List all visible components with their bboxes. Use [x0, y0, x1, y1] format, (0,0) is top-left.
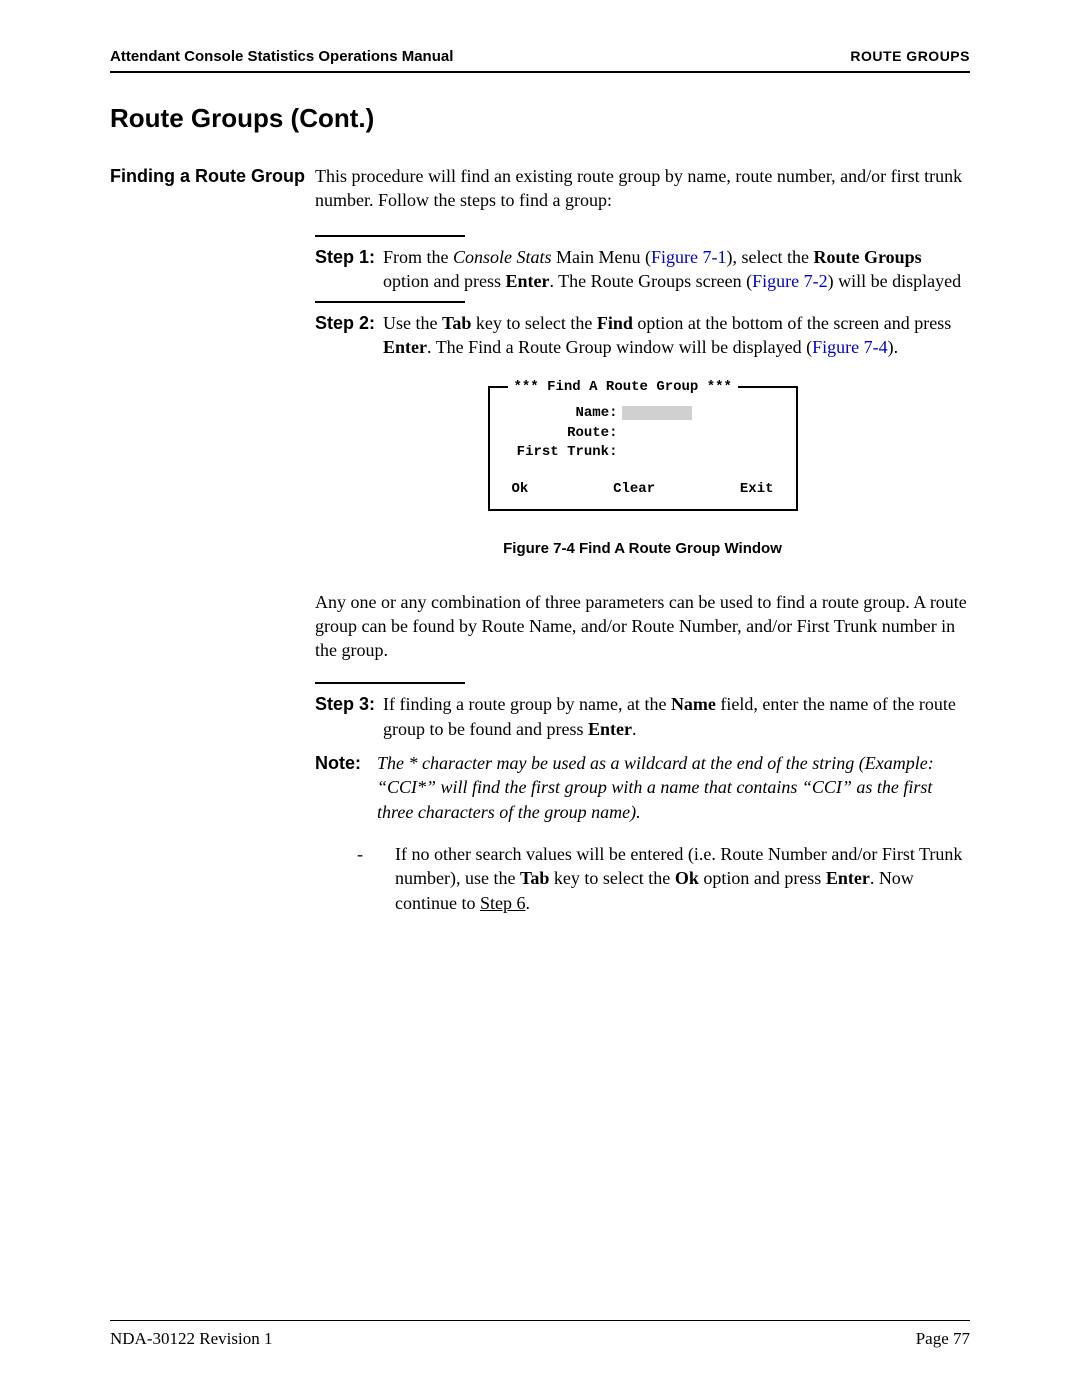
step-6-link[interactable]: Step 6 — [480, 893, 526, 913]
page-header: Attendant Console Statistics Operations … — [110, 48, 970, 65]
first-trunk-field-label: First Trunk: — [508, 443, 622, 462]
header-right: ROUTE GROUPS — [850, 48, 970, 64]
bullet-item: - If no other search values will be ente… — [315, 842, 970, 915]
find-window-title: *** Find A Route Group *** — [508, 378, 738, 397]
note-label: Note: — [315, 751, 377, 824]
step-rule — [315, 682, 465, 684]
step-2: Step 2: Use the Tab key to select the Fi… — [315, 311, 970, 360]
note-row: Note: The * character may be used as a w… — [315, 751, 970, 824]
step-3-body: If finding a route group by name, at the… — [383, 692, 970, 741]
subsection-title: Finding a Route Group — [110, 164, 315, 915]
intro-para: This procedure will find an existing rou… — [315, 164, 970, 213]
step-3-label: Step 3: — [315, 692, 383, 741]
exit-button[interactable]: Exit — [740, 480, 774, 499]
figure-7-4: *** Find A Route Group *** Name: Route: … — [315, 378, 970, 560]
step-rule — [315, 301, 465, 303]
body-content: This procedure will find an existing rou… — [315, 164, 970, 915]
step-1-body: From the Console Stats Main Menu (Figure… — [383, 245, 970, 294]
header-rule — [110, 71, 970, 73]
document-page: Attendant Console Statistics Operations … — [0, 0, 1080, 1397]
bullet-body: If no other search values will be entere… — [395, 842, 970, 915]
ok-button[interactable]: Ok — [512, 480, 529, 499]
footer-right: Page 77 — [916, 1329, 970, 1349]
name-field-label: Name: — [508, 404, 622, 423]
figure-link-7-1[interactable]: Figure 7-1 — [651, 247, 727, 267]
figure-link-7-4[interactable]: Figure 7-4 — [812, 337, 888, 357]
step-rule — [315, 235, 465, 237]
name-field-input[interactable] — [622, 406, 692, 420]
step-2-body: Use the Tab key to select the Find optio… — [383, 311, 970, 360]
footer-rule — [110, 1320, 970, 1321]
step-1-label: Step 1: — [315, 245, 383, 294]
note-body: The * character may be used as a wildcar… — [377, 751, 970, 824]
header-left: Attendant Console Statistics Operations … — [110, 48, 453, 65]
section-title: Route Groups (Cont.) — [110, 103, 970, 134]
figure-link-7-2[interactable]: Figure 7-2 — [752, 271, 828, 291]
page-footer: NDA-30122 Revision 1 Page 77 — [110, 1320, 970, 1349]
step-2-label: Step 2: — [315, 311, 383, 360]
mid-paragraph: Any one or any combination of three para… — [315, 590, 970, 663]
step-1: Step 1: From the Console Stats Main Menu… — [315, 245, 970, 294]
figure-caption: Figure 7-4 Find A Route Group Window — [486, 539, 800, 559]
bullet-dash: - — [315, 842, 395, 915]
route-field-label: Route: — [508, 424, 622, 443]
find-route-group-window: *** Find A Route Group *** Name: Route: … — [488, 378, 798, 511]
footer-left: NDA-30122 Revision 1 — [110, 1329, 272, 1349]
step-3: Step 3: If finding a route group by name… — [315, 692, 970, 741]
clear-button[interactable]: Clear — [613, 480, 655, 499]
